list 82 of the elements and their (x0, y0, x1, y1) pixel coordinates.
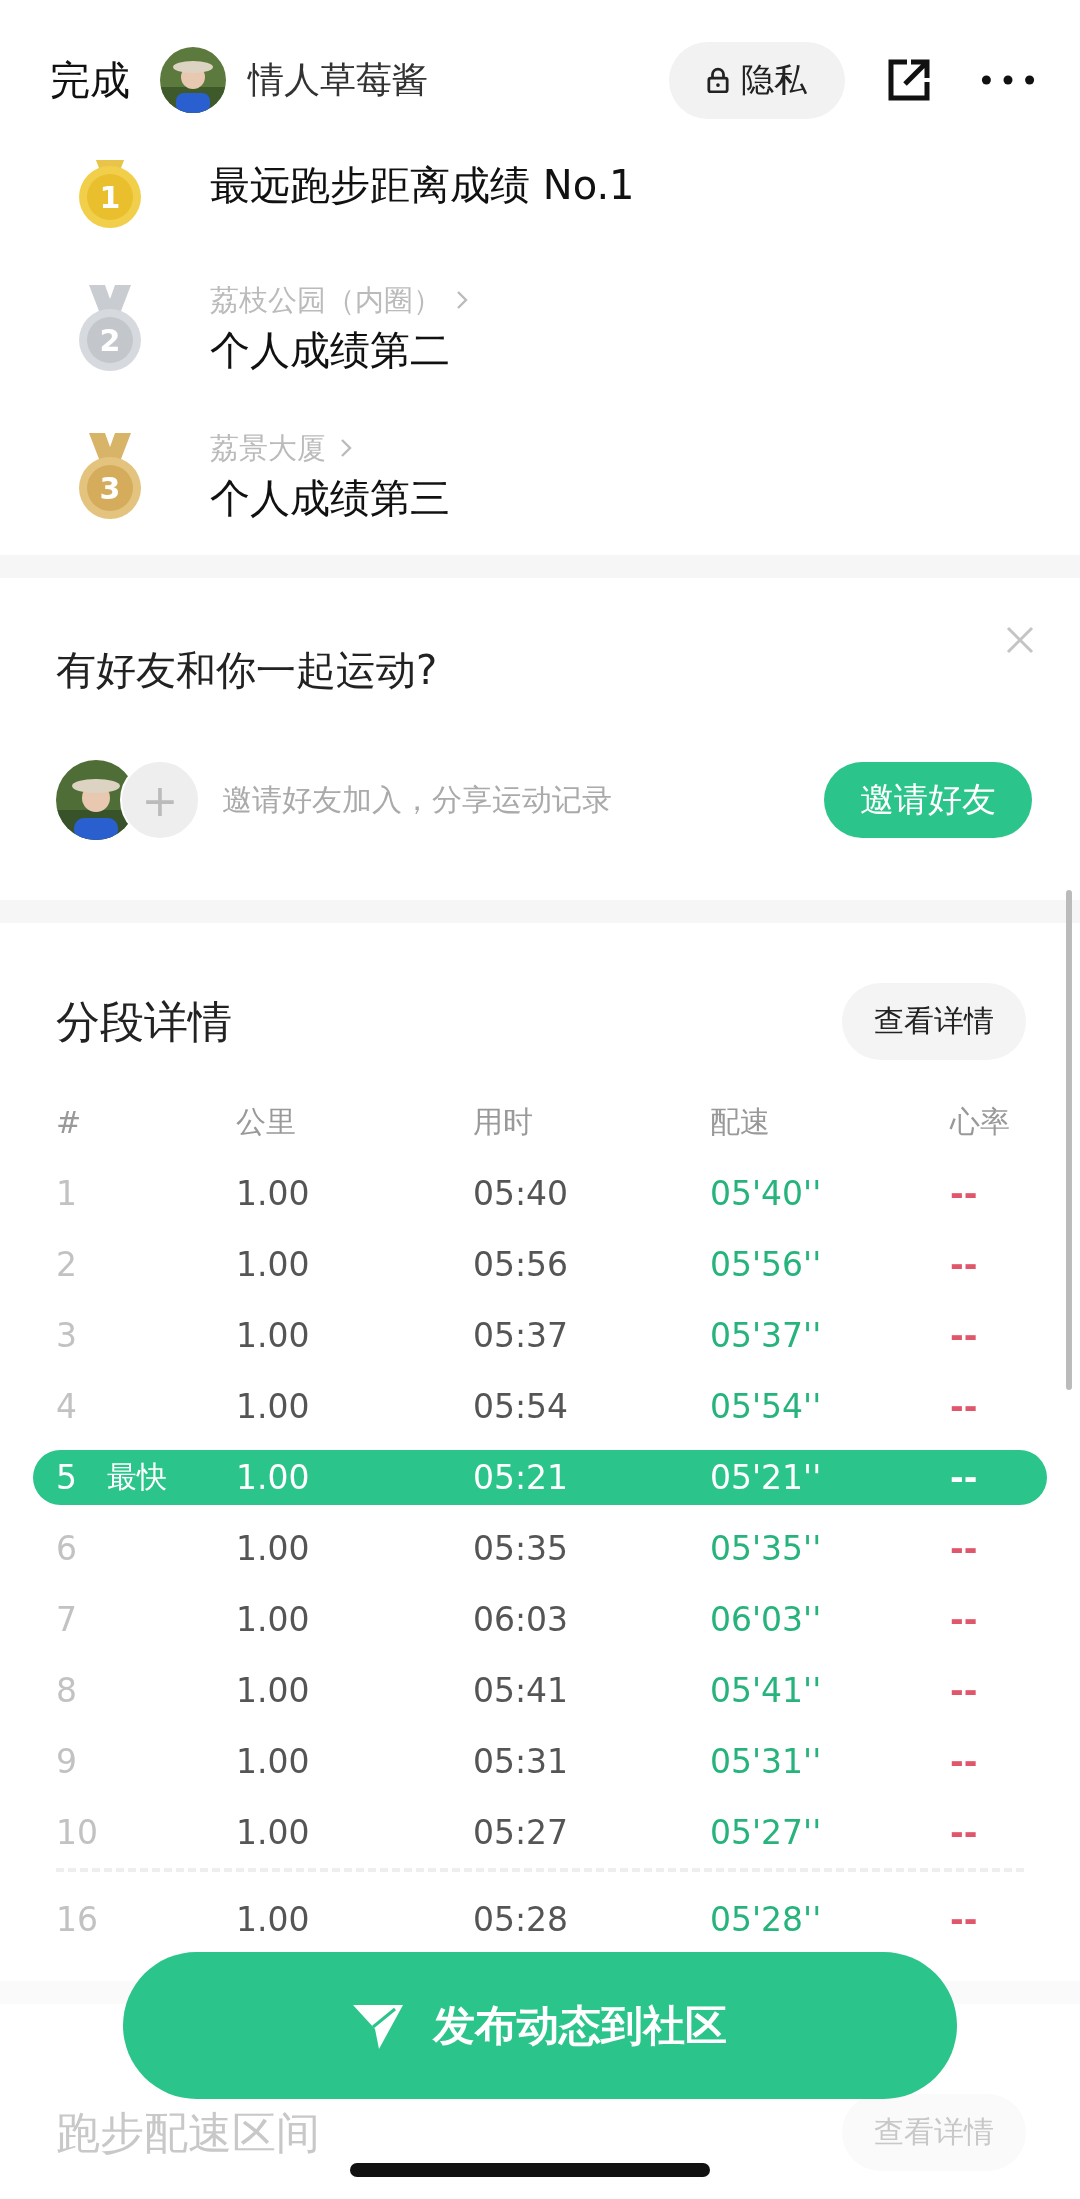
table-cell-text: 1.00 (236, 1671, 311, 1710)
table-cell-text: -- (950, 1671, 979, 1710)
column-header: 配速 (710, 1103, 771, 1141)
table-cell-text: 1.00 (236, 1387, 311, 1426)
table-cell-text: -- (950, 1387, 979, 1426)
table-cell-text: 1.00 (236, 1742, 311, 1781)
send-icon (353, 2002, 403, 2049)
table-cell-text: -- (950, 1742, 979, 1781)
table-cell-text: -- (950, 1600, 979, 1639)
table-cell: 3 (56, 1316, 77, 1355)
record-title: 最远跑步距离成绩 No.1 (210, 161, 635, 210)
table-cell-text: -- (950, 1316, 979, 1355)
column-header: # (56, 1105, 83, 1140)
table-cell-text: 05:40 (473, 1174, 570, 1213)
table-cell: 9 (56, 1742, 77, 1781)
details-button[interactable]: 查看详情 (842, 983, 1026, 1060)
fastest-tag: 最快 (107, 1457, 167, 1498)
column-header: 心率 (950, 1103, 1011, 1141)
lock-icon (707, 67, 729, 93)
table-cell-text: 06'03'' (710, 1600, 823, 1639)
table-cell: 1 (56, 1174, 77, 1213)
publish-button[interactable]: 发布动态到社区 (123, 1952, 957, 2099)
record-title: 个人成绩第二 (210, 326, 451, 375)
table-cell-text: 05:21 (473, 1458, 570, 1497)
table-cell-text: -- (950, 1458, 979, 1497)
place-link[interactable]: 荔枝公园（内圈） (210, 278, 468, 322)
chevron-icon (340, 438, 352, 458)
table-cell-text: 05:37 (473, 1316, 570, 1355)
place-link[interactable]: 荔景大厦 (210, 426, 450, 470)
table-cell-text: 1.00 (236, 1245, 311, 1284)
add-friend-button[interactable]: + (120, 760, 200, 840)
more-icon[interactable] (981, 74, 1035, 86)
table-cell: 7 (56, 1600, 77, 1639)
table-cell-text: 05:31 (473, 1742, 570, 1781)
table-cell-text: 05'54'' (710, 1387, 823, 1426)
table-cell: 2 (56, 1245, 77, 1284)
table-cell-text: 05:41 (473, 1671, 570, 1710)
table-cell-text: 05'35'' (710, 1529, 823, 1568)
table-cell-text: 05:56 (473, 1245, 570, 1284)
table-cell-text: -- (950, 1174, 979, 1213)
table-cell-text: 05:54 (473, 1387, 570, 1426)
table-cell-text: 05:35 (473, 1529, 570, 1568)
chevron-icon (456, 290, 468, 310)
invite-title: 有好友和你一起运动? (56, 646, 439, 695)
done-button[interactable]: 完成 (50, 52, 130, 108)
privacy-button[interactable]: 隐私 (669, 41, 845, 119)
invite-button[interactable]: 邀请好友 (824, 762, 1032, 838)
record-title: 个人成绩第三 (210, 474, 450, 523)
table-cell-text: 1.00 (236, 1600, 311, 1639)
table-cell-text: 05:28 (473, 1900, 570, 1939)
table-cell: 5 (56, 1458, 77, 1497)
table-cell-text: 05'27'' (710, 1813, 823, 1852)
table-cell-text: 1.00 (236, 1316, 311, 1355)
table-cell-text: -- (950, 1813, 979, 1852)
table-cell: 4 (56, 1387, 77, 1426)
table-cell: 8 (56, 1671, 77, 1710)
table-cell-text: 05'56'' (710, 1245, 823, 1284)
table-cell-text: 1.00 (236, 1900, 311, 1939)
table-cell-text: 05:27 (473, 1813, 570, 1852)
share-icon[interactable] (887, 58, 931, 102)
table-cell-text: 05'40'' (710, 1174, 823, 1213)
table-cell-text: 06:03 (473, 1600, 570, 1639)
table-cell-text: 1.00 (236, 1174, 311, 1213)
table-cell-text: 1.00 (236, 1813, 311, 1852)
table-cell-text: -- (950, 1245, 979, 1284)
table-cell-text: 05'21'' (710, 1458, 823, 1497)
section-title: 分段详情 (56, 994, 232, 1049)
column-header: 公里 (236, 1103, 297, 1141)
table-cell: 10 (56, 1813, 98, 1852)
table-cell: 6 (56, 1529, 77, 1568)
table-cell: 16 (56, 1900, 98, 1939)
table-cell-text: -- (950, 1900, 979, 1939)
table-cell-text: 05'28'' (710, 1900, 823, 1939)
table-cell-text: -- (950, 1529, 979, 1568)
invite-hint: 邀请好友加入，分享运动记录 (222, 780, 612, 819)
table-cell-text: 05'31'' (710, 1742, 823, 1781)
table-cell-text: 1.00 (236, 1458, 311, 1497)
table-cell-text: 1.00 (236, 1529, 311, 1568)
table-cell-text: 05'37'' (710, 1316, 823, 1355)
table-cell-text: 05'41'' (710, 1671, 823, 1710)
column-header: 用时 (473, 1103, 534, 1141)
username: 情人草莓酱 (248, 57, 428, 102)
